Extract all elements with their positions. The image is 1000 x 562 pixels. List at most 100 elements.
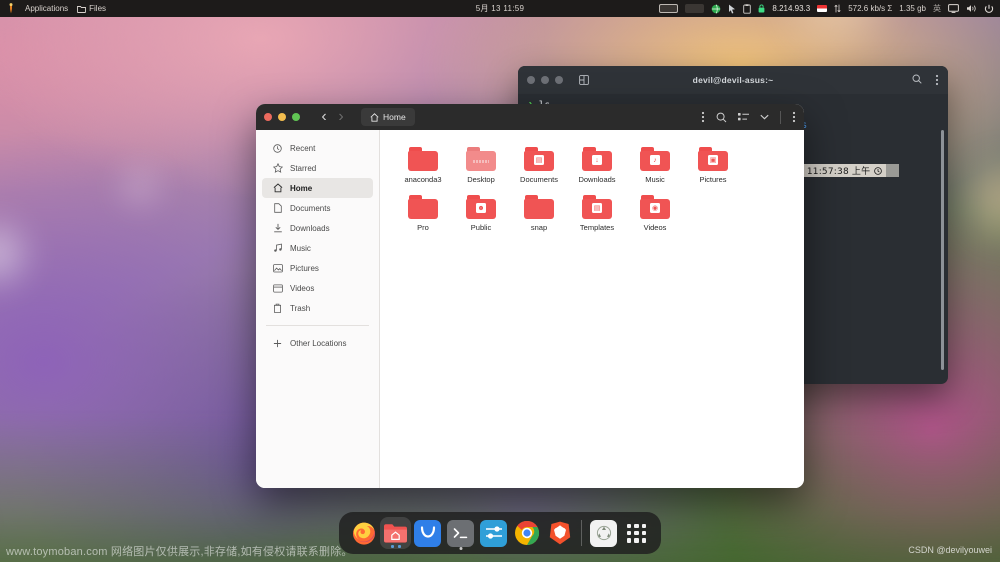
trash-icon [272, 303, 283, 313]
sidebar-item-label: Pictures [290, 263, 319, 273]
file-item-pictures[interactable]: ▣ Pictures [684, 142, 742, 190]
sidebar-item-label: Recent [290, 143, 316, 153]
documents-folder-icon: ▤ [524, 147, 554, 171]
desktop-folder-icon [466, 147, 496, 171]
file-item-pro[interactable]: Pro [394, 190, 452, 238]
sidebar-item-other-locations[interactable]: Other Locations [262, 333, 373, 353]
file-label: anaconda3 [404, 175, 442, 184]
navigation-buttons[interactable]: ‹ › [316, 108, 349, 126]
dock [339, 512, 661, 554]
firefox-icon [350, 520, 377, 547]
sidebar: Recent Starred Home Documents Downloads … [256, 130, 380, 488]
brave-icon [546, 520, 573, 547]
sidebar-item-videos[interactable]: Videos [262, 278, 373, 298]
breadcrumb-label: Home [383, 112, 406, 122]
file-item-anaconda3[interactable]: anaconda3 [394, 142, 452, 190]
top-bar: Applications Files 5月 13 11:59 8.214.93.… [0, 0, 1000, 17]
menu-icon[interactable] [935, 74, 939, 86]
file-item-music[interactable]: ♪ Music [626, 142, 684, 190]
file-manager-actions [701, 110, 796, 124]
sidebar-item-trash[interactable]: Trash [262, 298, 373, 318]
sidebar-item-documents[interactable]: Documents [262, 198, 373, 218]
terminal-icon [447, 519, 475, 547]
file-manager-titlebar[interactable]: ‹ › Home [256, 104, 804, 130]
videos-folder-icon: ◉ [640, 195, 670, 219]
show-applications-button[interactable] [620, 512, 653, 554]
sidebar-item-downloads[interactable]: Downloads [262, 218, 373, 238]
file-item-documents[interactable]: ▤ Documents [510, 142, 568, 190]
file-label: Pictures [699, 175, 727, 184]
dock-divider [581, 520, 583, 546]
sidebar-item-recent[interactable]: Recent [262, 138, 373, 158]
document-icon [272, 203, 283, 213]
dock-item-trash[interactable] [587, 512, 620, 554]
sidebar-item-home[interactable]: Home [262, 178, 373, 198]
plus-icon [272, 339, 283, 348]
terminal-time-segment: 11:57:38 上午 [802, 164, 887, 177]
dock-item-terminal[interactable] [444, 512, 477, 554]
clock-icon [272, 143, 283, 153]
terminal-status-tail [886, 164, 900, 177]
dock-item-files[interactable] [380, 517, 412, 549]
file-label: Desktop [467, 175, 495, 184]
dock-item-chrome[interactable] [510, 512, 543, 554]
sidebar-item-label: Downloads [290, 223, 330, 233]
terminal-titlebar[interactable]: devil@devil-asus:~ [518, 66, 948, 94]
file-label: Pro [417, 223, 429, 233]
sidebar-item-pictures[interactable]: Pictures [262, 258, 373, 278]
breadcrumb[interactable]: Home [361, 108, 415, 126]
dock-item-settings[interactable] [477, 512, 510, 554]
sidebar-item-label: Trash [290, 303, 311, 313]
split-view-icon[interactable] [579, 75, 589, 85]
sidebar-item-starred[interactable]: Starred [262, 158, 373, 178]
folder-icon [408, 195, 438, 219]
file-label: Videos [643, 223, 667, 233]
settings-icon [480, 519, 508, 547]
file-manager-window-controls[interactable] [264, 113, 300, 121]
maximize-button[interactable] [292, 113, 300, 121]
apps-grid-icon [627, 523, 647, 543]
star-icon [272, 163, 283, 173]
sidebar-item-label: Documents [290, 203, 331, 213]
search-icon[interactable] [912, 74, 922, 86]
file-item-snap[interactable]: snap [510, 190, 568, 238]
sidebar-item-music[interactable]: Music [262, 238, 373, 258]
close-button[interactable] [264, 113, 272, 121]
file-label: Templates [579, 223, 615, 233]
dock-item-brave[interactable] [543, 512, 576, 554]
terminal-head-actions [912, 74, 939, 86]
public-folder-icon: ☻ [466, 195, 496, 219]
file-item-videos[interactable]: ◉ Videos [626, 190, 684, 238]
terminal-scrollbar[interactable] [941, 130, 944, 370]
clock-datetime[interactable]: 5月 13 11:59 [0, 3, 1000, 14]
file-manager-body: Recent Starred Home Documents Downloads … [256, 130, 804, 488]
file-label: Public [470, 223, 492, 233]
options-menu-icon[interactable] [792, 111, 796, 123]
file-grid: anaconda3 Desktop ▤ Documents ↓ Download… [394, 142, 794, 239]
file-item-templates[interactable]: ▤ Templates [568, 190, 626, 238]
sidebar-item-label: Starred [290, 163, 317, 173]
menu-icon[interactable] [701, 111, 705, 123]
sidebar-item-label: Other Locations [290, 338, 347, 348]
back-button[interactable]: ‹ [316, 108, 332, 126]
search-icon[interactable] [716, 112, 727, 123]
file-grid-area[interactable]: anaconda3 Desktop ▤ Documents ↓ Download… [380, 130, 804, 488]
downloads-folder-icon: ↓ [582, 147, 612, 171]
file-item-public[interactable]: ☻ Public [452, 190, 510, 238]
files-icon [382, 520, 409, 547]
download-icon [272, 223, 283, 233]
file-manager-window[interactable]: ‹ › Home Recent Starred Home Documents D… [256, 104, 804, 488]
home-icon [370, 112, 379, 122]
file-label: Downloads [578, 175, 616, 184]
sidebar-item-label: Home [290, 183, 313, 193]
minimize-button[interactable] [278, 113, 286, 121]
chevron-down-icon[interactable] [760, 114, 769, 120]
view-list-icon[interactable] [738, 112, 749, 122]
forward-button[interactable]: › [333, 108, 349, 126]
folder-icon [408, 147, 438, 171]
file-label: snap [530, 223, 548, 233]
file-item-downloads[interactable]: ↓ Downloads [568, 142, 626, 190]
dock-item-ubuntu-software[interactable] [411, 512, 444, 554]
dock-item-firefox[interactable] [347, 512, 380, 554]
file-item-desktop[interactable]: Desktop [452, 142, 510, 190]
